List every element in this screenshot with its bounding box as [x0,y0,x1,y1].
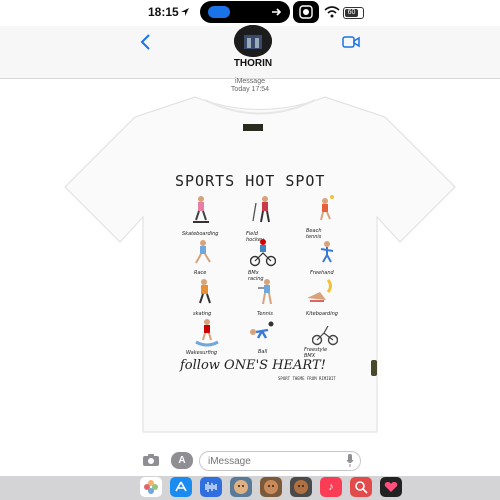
audio-icon[interactable] [200,477,222,497]
photos-icon[interactable] [140,477,162,497]
music-icon[interactable]: ♪ [320,477,342,497]
runner-illustration [195,240,211,264]
screen-record-icon[interactable] [293,1,319,23]
battery-icon: 60 [343,7,364,19]
app-store-icon[interactable] [170,477,192,497]
shirt-slogan: follow ONE'S HEART! [180,358,326,373]
ball-illustration [250,321,274,339]
tennis-illustration [258,279,272,305]
shirt-title: SPORTS HOT SPOT [175,172,326,190]
message-input[interactable] [208,454,338,468]
app-store-icon[interactable]: A [171,452,193,469]
search-images-icon[interactable] [350,477,372,497]
heart-icon[interactable] [380,477,402,497]
chevron-left-icon[interactable] [139,34,153,50]
side-label [371,360,377,376]
status-time: 18:15 [148,5,179,19]
sport-label: Race [194,270,207,276]
microphone-icon[interactable] [346,454,354,467]
sport-label: Freehand [310,270,334,276]
video-camera-icon[interactable] [342,36,360,48]
sport-label: Wakesurfing [186,350,218,356]
shirt-small-print: SPORT THEME FROM RIMIBIT [278,376,336,381]
sport-label: skating [193,311,212,317]
location-arrow-icon [181,8,189,16]
avatar[interactable] [234,25,272,57]
neck-label [243,124,263,131]
service-label: iMessage [235,78,265,85]
freehand-illustration [320,241,334,263]
skater-illustration [199,279,211,304]
message-field[interactable] [199,451,361,471]
bmx-racing-illustration [250,239,276,267]
sport-label: Kiteboarding [306,311,338,317]
wakesurfing-illustration [195,319,219,347]
battery-level: 60 [345,9,358,17]
sport-label: Skateboarding [182,231,219,237]
field-hockey-illustration [252,196,270,223]
sport-label: Tennis [257,311,273,317]
freestyle-bmx-illustration [312,325,338,346]
memoji-icon[interactable] [260,477,282,497]
sport-label: Ball [258,349,268,355]
beach-tennis-illustration [320,195,334,221]
skateboarder-illustration [193,196,209,223]
wifi-icon [324,6,340,18]
kiteboarding-illustration [307,279,332,302]
contact-name[interactable]: THORIN [200,58,306,69]
arrow-icon [272,8,282,16]
memoji-icon[interactable] [290,477,312,497]
memoji-icon[interactable] [230,477,252,497]
call-indicator-icon [208,6,230,18]
camera-icon[interactable] [142,453,160,467]
